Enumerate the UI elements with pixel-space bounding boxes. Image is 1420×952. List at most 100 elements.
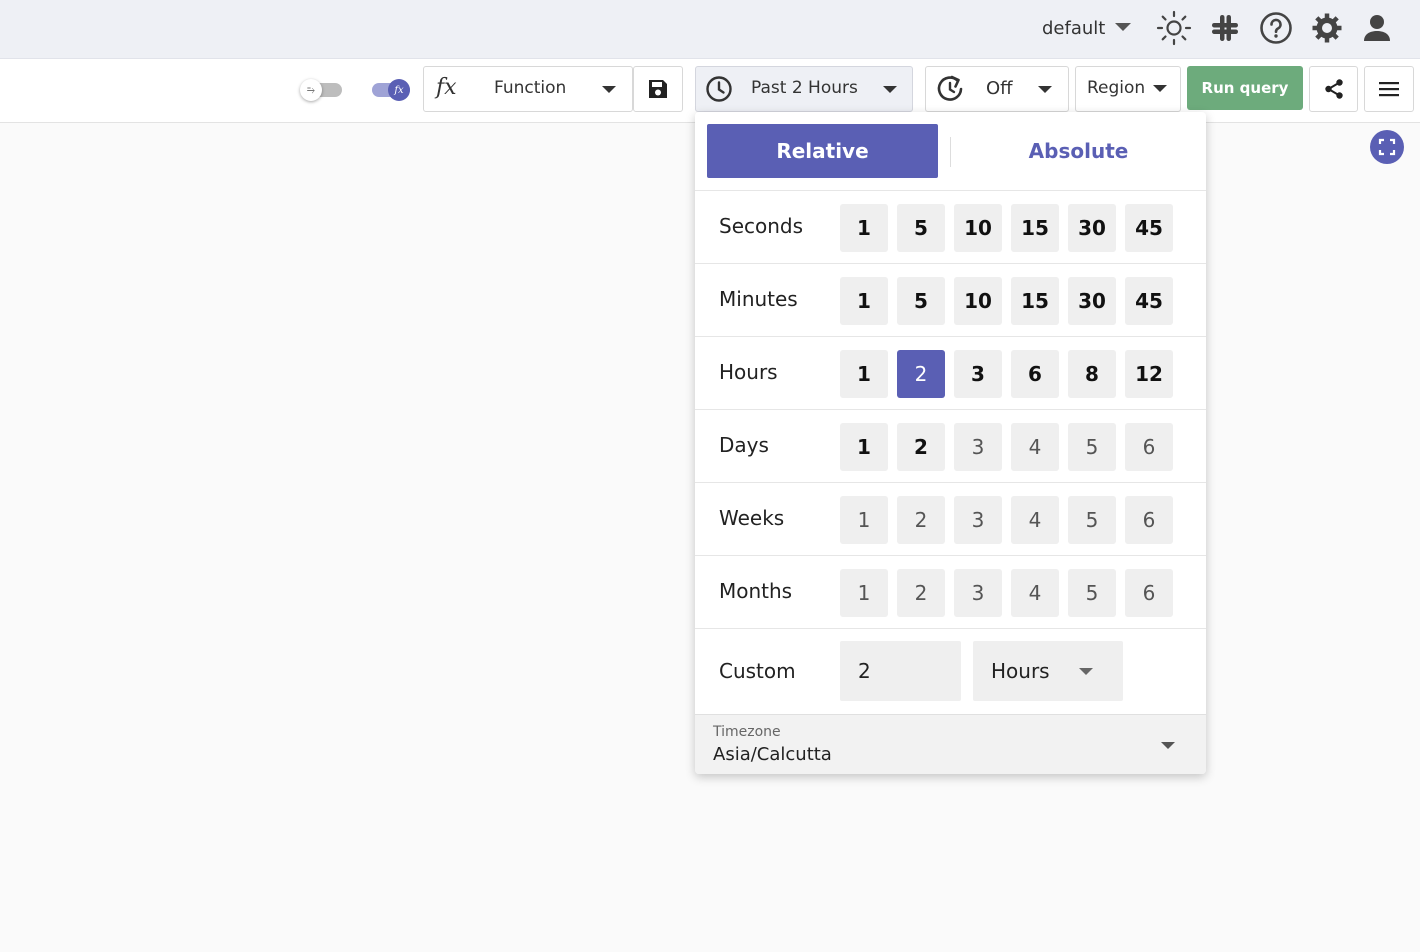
range-row-label: Months <box>719 579 793 603</box>
range-row-label: Hours <box>719 360 778 384</box>
range-option-seconds-30[interactable]: 30 <box>1068 204 1116 252</box>
wrap-toggle[interactable]: ⥱ <box>300 79 342 101</box>
tab-relative[interactable]: Relative <box>707 124 938 178</box>
range-option-weeks-6[interactable]: 6 <box>1125 496 1173 544</box>
range-option-hours-12[interactable]: 12 <box>1125 350 1173 398</box>
range-option-months-5[interactable]: 5 <box>1068 569 1116 617</box>
region-select-label: Region <box>1087 78 1146 98</box>
fullscreen-icon <box>1378 138 1396 156</box>
custom-value-input[interactable]: 2 <box>840 641 961 701</box>
range-row-label: Weeks <box>719 506 785 530</box>
function-select-label: Function <box>494 78 567 98</box>
tab-absolute[interactable]: Absolute <box>963 124 1194 178</box>
auto-refresh-label: Off <box>986 78 1013 99</box>
range-option-seconds-5[interactable]: 5 <box>897 204 945 252</box>
fullscreen-button[interactable] <box>1370 130 1404 164</box>
chevron-down-icon <box>1038 86 1052 93</box>
more-menu-button[interactable] <box>1364 66 1414 112</box>
range-option-weeks-3[interactable]: 3 <box>954 496 1002 544</box>
time-range-picker: Relative Absolute Seconds 1 5 10 15 30 45 Minut… <box>695 112 1206 774</box>
function-select[interactable]: fx Function <box>423 66 633 112</box>
chevron-down-icon <box>1115 23 1132 31</box>
chevron-down-icon <box>1161 742 1175 749</box>
range-option-weeks-4[interactable]: 4 <box>1011 496 1059 544</box>
range-option-weeks-2[interactable]: 2 <box>897 496 945 544</box>
clock-icon <box>706 76 732 102</box>
range-option-seconds-45[interactable]: 45 <box>1125 204 1173 252</box>
range-row-weeks: Weeks 1 2 3 4 5 6 <box>695 483 1206 556</box>
chevron-down-icon <box>602 86 616 93</box>
range-option-seconds-15[interactable]: 15 <box>1011 204 1059 252</box>
range-row-hours: Hours 1 2 3 6 8 12 <box>695 337 1206 410</box>
range-option-minutes-5[interactable]: 5 <box>897 277 945 325</box>
range-row-months: Months 1 2 3 4 5 6 <box>695 556 1206 629</box>
range-row-label: Minutes <box>719 287 798 311</box>
timezone-value: Asia/Calcutta <box>713 744 832 765</box>
range-option-hours-8[interactable]: 8 <box>1068 350 1116 398</box>
range-row-label: Seconds <box>719 214 804 238</box>
range-option-minutes-45[interactable]: 45 <box>1125 277 1173 325</box>
chevron-down-icon <box>1079 668 1093 675</box>
range-option-minutes-1[interactable]: 1 <box>840 277 888 325</box>
timezone-label: Timezone <box>713 724 781 740</box>
org-selector[interactable]: default <box>1042 16 1132 40</box>
tab-divider <box>950 137 951 167</box>
range-option-months-4[interactable]: 4 <box>1011 569 1059 617</box>
wrap-text-icon: ⥱ <box>300 79 322 101</box>
range-option-days-3[interactable]: 3 <box>954 423 1002 471</box>
share-button[interactable] <box>1309 66 1358 112</box>
help-icon[interactable] <box>1258 10 1294 46</box>
range-option-hours-2[interactable]: 2 <box>897 350 945 398</box>
run-query-button[interactable]: Run query <box>1187 66 1303 110</box>
range-row-minutes: Minutes 1 5 10 15 30 45 <box>695 264 1206 337</box>
range-option-minutes-15[interactable]: 15 <box>1011 277 1059 325</box>
save-floppy-icon <box>649 80 667 98</box>
settings-gear-icon[interactable] <box>1309 10 1345 46</box>
function-fx-icon: fx <box>388 79 410 101</box>
range-option-months-1[interactable]: 1 <box>840 569 888 617</box>
chevron-down-icon <box>883 86 897 93</box>
function-toggle[interactable]: fx <box>368 79 410 101</box>
range-row-label: Days <box>719 433 769 457</box>
range-option-days-2[interactable]: 2 <box>897 423 945 471</box>
range-option-hours-3[interactable]: 3 <box>954 350 1002 398</box>
slack-icon[interactable] <box>1207 10 1243 46</box>
range-row-seconds: Seconds 1 5 10 15 30 45 <box>695 191 1206 264</box>
range-option-hours-1[interactable]: 1 <box>840 350 888 398</box>
theme-sun-icon[interactable] <box>1156 10 1192 46</box>
custom-unit-select[interactable]: Hours <box>973 641 1123 701</box>
range-row-days: Days 1 2 3 4 5 6 <box>695 410 1206 483</box>
range-option-weeks-1[interactable]: 1 <box>840 496 888 544</box>
fx-icon: fx <box>436 75 457 100</box>
range-option-months-6[interactable]: 6 <box>1125 569 1173 617</box>
hamburger-menu-icon <box>1379 82 1399 97</box>
range-option-weeks-5[interactable]: 5 <box>1068 496 1116 544</box>
custom-range-label: Custom <box>719 659 796 683</box>
region-select[interactable]: Region <box>1075 66 1181 112</box>
range-option-days-4[interactable]: 4 <box>1011 423 1059 471</box>
org-name: default <box>1042 17 1106 39</box>
range-option-days-6[interactable]: 6 <box>1125 423 1173 471</box>
range-option-seconds-10[interactable]: 10 <box>954 204 1002 252</box>
save-function-button[interactable] <box>633 66 683 112</box>
picker-tabs: Relative Absolute <box>695 112 1206 191</box>
custom-range-row: Custom 2 Hours <box>695 629 1206 714</box>
share-icon <box>1324 79 1343 99</box>
range-option-days-1[interactable]: 1 <box>840 423 888 471</box>
refresh-icon <box>937 75 963 101</box>
user-account-icon[interactable] <box>1359 10 1395 46</box>
range-option-minutes-30[interactable]: 30 <box>1068 277 1116 325</box>
range-option-months-2[interactable]: 2 <box>897 569 945 617</box>
range-option-minutes-10[interactable]: 10 <box>954 277 1002 325</box>
range-option-hours-6[interactable]: 6 <box>1011 350 1059 398</box>
timezone-select[interactable]: Timezone Asia/Calcutta <box>695 714 1206 774</box>
custom-unit-label: Hours <box>991 659 1050 683</box>
range-option-seconds-1[interactable]: 1 <box>840 204 888 252</box>
range-option-days-5[interactable]: 5 <box>1068 423 1116 471</box>
chevron-down-icon <box>1153 85 1167 92</box>
time-range-label: Past 2 Hours <box>751 78 858 98</box>
auto-refresh-select[interactable]: Off <box>925 66 1069 112</box>
time-range-button[interactable]: Past 2 Hours <box>695 66 913 112</box>
range-option-months-3[interactable]: 3 <box>954 569 1002 617</box>
top-header: default <box>0 0 1420 59</box>
